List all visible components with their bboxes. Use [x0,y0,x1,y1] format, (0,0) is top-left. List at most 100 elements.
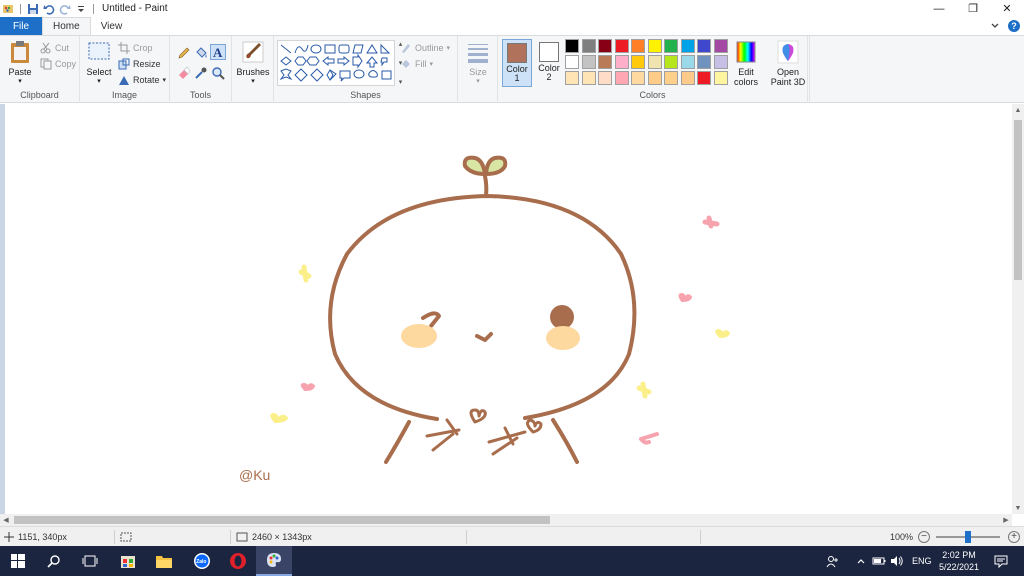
palette-swatch[interactable] [631,39,645,53]
taskbar-app-store[interactable] [110,546,146,576]
palette-swatch[interactable] [565,55,579,69]
outline-button[interactable]: Outline ▾ [400,41,450,55]
palette-swatch[interactable] [680,71,695,85]
crop-button[interactable]: Crop [118,41,153,55]
vertical-scroll-thumb[interactable] [1014,120,1022,280]
text-tool[interactable]: A [210,44,226,60]
taskbar-file-explorer[interactable] [146,546,182,576]
pencil-tool[interactable] [176,45,192,61]
fill-tool[interactable] [193,45,209,61]
palette-swatch[interactable] [713,39,728,53]
palette-swatch[interactable] [598,39,612,53]
fill-button[interactable]: Fill ▾ [400,57,433,71]
scroll-down-arrow-icon[interactable]: ▼ [1012,502,1024,514]
taskbar-paint[interactable] [256,546,292,576]
color-picker-tool[interactable] [193,65,209,81]
undo-icon[interactable] [43,3,55,15]
right-hand [487,426,527,456]
help-icon[interactable]: ? [1008,20,1020,32]
volume-icon[interactable] [890,546,904,576]
palette-swatch[interactable] [697,39,711,53]
show-hidden-icons-chevron-icon[interactable] [856,546,866,576]
scroll-up-arrow-icon[interactable]: ▲ [1012,104,1024,116]
palette-swatch[interactable] [565,71,579,85]
taskbar-opera[interactable] [220,546,256,576]
start-button[interactable] [0,546,36,576]
search-button[interactable] [36,546,72,576]
notifications-icon[interactable] [994,546,1008,576]
restore-button[interactable]: ❐ [956,0,990,17]
status-bar: 1151, 340px 2460 × 1343px 100% − + [0,526,1024,546]
zoom-out-button[interactable]: − [918,531,930,543]
zoom-in-button[interactable]: + [1008,531,1020,543]
copy-button[interactable]: Copy [40,57,76,71]
palette-swatch[interactable] [631,55,645,69]
resize-button[interactable]: Resize [118,57,161,71]
collapse-ribbon-chevron-icon[interactable] [990,20,1000,33]
tab-view[interactable]: View [91,17,133,35]
palette-swatch[interactable] [680,55,695,69]
redo-icon[interactable] [59,3,71,15]
palette-swatch[interactable] [581,55,596,69]
edit-colors-button[interactable]: Edit colors [730,39,762,87]
palette-swatch[interactable] [664,71,678,85]
drawing-canvas[interactable]: @Ku [5,104,1013,514]
rotate-button[interactable]: Rotate ▾ [118,73,166,87]
battery-icon[interactable] [872,546,886,576]
tab-home[interactable]: Home [42,17,91,35]
palette-swatch[interactable] [664,55,678,69]
palette-swatch[interactable] [614,39,629,53]
zoom-slider-thumb[interactable] [965,531,971,543]
palette-swatch[interactable] [598,71,612,85]
palette-swatch[interactable] [614,55,629,69]
eraser-tool[interactable] [176,65,192,81]
paint-app-icon[interactable] [2,3,14,15]
left-cheek [401,324,437,348]
customize-toolbar-chevron-icon[interactable] [75,3,87,15]
color1-selector[interactable]: Color 1 [502,39,532,87]
palette-swatch[interactable] [565,39,579,53]
palette-swatch[interactable] [614,71,629,85]
people-icon[interactable] [826,546,840,576]
palette-swatch[interactable] [647,39,662,53]
color2-selector[interactable]: Color 2 [534,39,564,87]
cut-label: Cut [55,43,70,53]
palette-swatch[interactable] [680,39,695,53]
scroll-right-arrow-icon[interactable]: ▶ [1000,514,1012,526]
horizontal-scroll-thumb[interactable] [14,516,550,524]
palette-swatch[interactable] [697,55,711,69]
palette-swatch[interactable] [697,71,711,85]
size-button[interactable]: Size ▾ [462,39,494,87]
size-label: Size [469,67,487,77]
cut-button[interactable]: Cut [40,41,69,55]
horizontal-scrollbar[interactable]: ◀ ▶ [0,514,1012,526]
palette-swatch[interactable] [581,39,596,53]
input-language[interactable]: ENG [912,546,932,576]
taskbar-zalo[interactable]: Zalo [184,546,220,576]
open-paint3d-button[interactable]: Open Paint 3D [768,39,808,87]
brushes-button[interactable]: Brushes ▾ [235,39,271,87]
palette-swatch[interactable] [713,55,728,69]
scroll-left-arrow-icon[interactable]: ◀ [0,514,12,526]
color2-label: Color 2 [538,63,560,82]
taskbar-clock[interactable]: 2:02 PM 5/22/2021 [930,549,988,573]
open-paint3d-label: Open Paint 3D [770,67,806,87]
palette-swatch[interactable] [713,71,728,85]
magnifier-tool[interactable] [210,65,226,81]
tab-file[interactable]: File [0,17,42,35]
vertical-scrollbar[interactable]: ▲ ▼ [1012,104,1024,514]
palette-swatch[interactable] [631,71,645,85]
save-icon[interactable] [27,3,39,15]
palette-swatch[interactable] [581,71,596,85]
palette-swatch[interactable] [647,55,662,69]
fill-bucket-icon [196,47,207,58]
select-button[interactable]: Select ▾ [84,39,114,87]
task-view-button[interactable] [72,546,108,576]
shapes-gallery [277,40,395,86]
palette-swatch[interactable] [647,71,662,85]
palette-swatch[interactable] [664,39,678,53]
paste-button[interactable]: Paste ▾ [6,39,34,87]
minimize-button[interactable]: — [922,0,956,17]
palette-swatch[interactable] [598,55,612,69]
close-button[interactable]: ✕ [990,0,1024,17]
